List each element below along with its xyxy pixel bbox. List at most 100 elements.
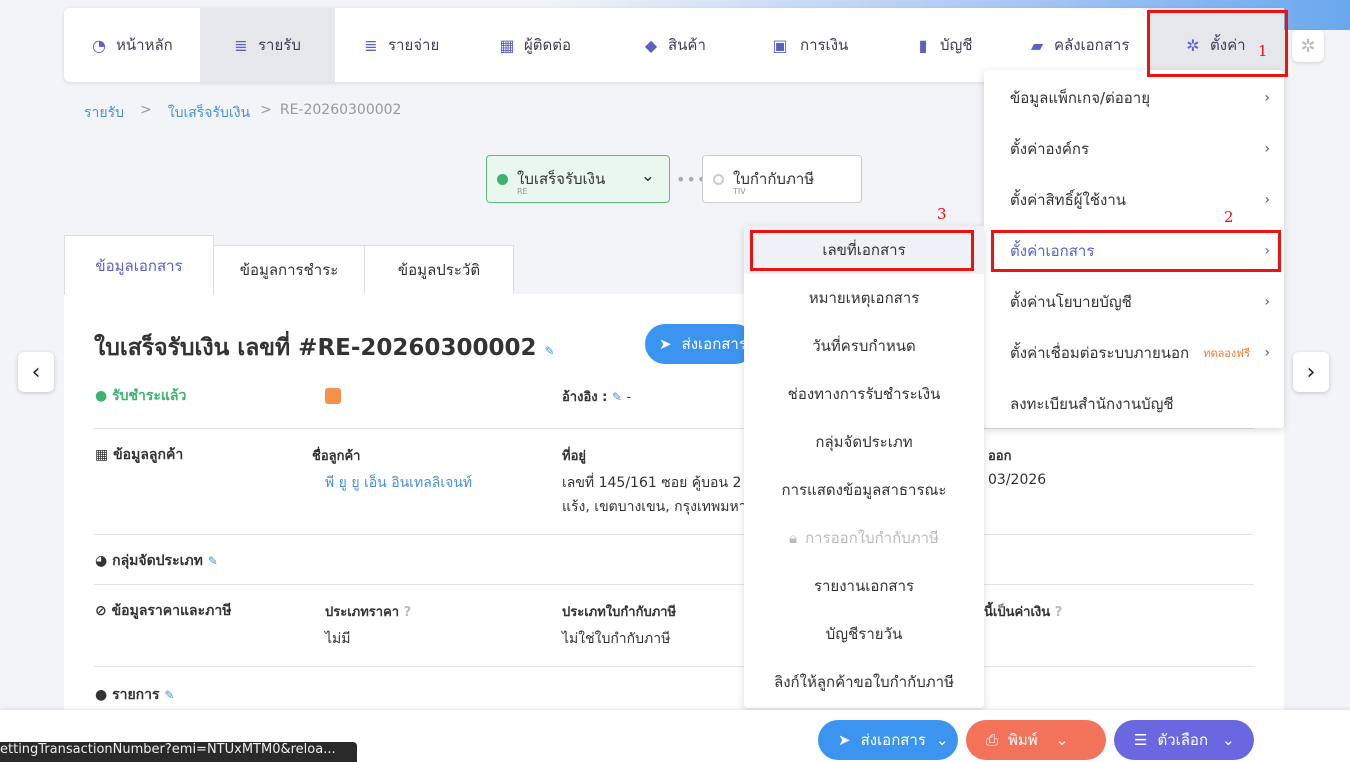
price-tax-section-heading: ⊘ ข้อมูลราคาและภาษี <box>95 600 231 622</box>
locked-document-icon <box>325 388 341 404</box>
button-label: ส่งเอกสาร <box>860 731 926 749</box>
submenu-item-tax-invoice-issue: 🔒︎ การออกใบกำกับภาษี <box>744 514 984 562</box>
menu-item-package[interactable]: ข้อมูลแพ็กเกจ/ต่ออายุ › <box>984 72 1284 123</box>
customer-section-text: ข้อมูลลูกค้า <box>113 447 184 463</box>
menu-item-organization[interactable]: ตั้งค่าองค์กร › <box>984 123 1284 174</box>
submenu-item-document-remark[interactable]: หมายเหตุเอกสาร <box>744 274 984 322</box>
customer-name-label: ชื่อลูกค้า <box>312 449 361 464</box>
nav-item-finance[interactable]: ▣ การเงิน <box>768 8 848 82</box>
menu-item-label: ลงทะเบียนสำนักงานบัญชี <box>1010 394 1174 413</box>
annotation-number-1: 1 <box>1258 42 1268 60</box>
nav-item-products[interactable]: ◆ สินค้า <box>642 8 706 82</box>
chevron-down-icon: ⌄ <box>935 731 949 749</box>
browser-status-url: ettingTransactionNumber?emi=NTUxMTM0&rel… <box>0 742 357 762</box>
price-type-label: ประเภทราคา ? <box>325 601 411 622</box>
submenu-item-due-date[interactable]: วันที่ครบกำหนด <box>744 322 984 370</box>
send-document-button[interactable]: ➤ ส่งเอกสาร <box>645 324 755 364</box>
document-title: ใบเสร็จรับเงิน เลขที่ #RE-20260300002 ✎ <box>94 330 555 366</box>
book-icon: ▮ <box>918 35 928 55</box>
nav-label: สินค้า <box>668 36 706 54</box>
edit-pencil-icon[interactable]: ✎ <box>164 688 174 702</box>
menu-item-label: ตั้งค่าเชื่อมต่อระบบภายนอก <box>1010 343 1190 362</box>
submenu-item-document-report[interactable]: รายงานเอกสาร <box>744 562 984 610</box>
box-icon: ◆ <box>644 35 658 55</box>
customer-name-link[interactable]: พี ยู ยู เอ็น อินเทลลิเจนท์ <box>325 472 472 494</box>
quick-settings-button[interactable]: ✲ <box>1292 30 1324 62</box>
price-tax-section-text: ข้อมูลราคาและภาษี <box>111 603 232 619</box>
previous-document-button[interactable]: ‹ <box>18 352 54 392</box>
price-type-value: ไม่มี <box>325 631 351 647</box>
edit-pencil-icon[interactable]: ✎ <box>612 390 622 404</box>
reference-label: อ้างอิง : ✎ - <box>562 386 631 407</box>
customer-section-heading: ▦ ข้อมูลลูกค้า <box>95 444 183 466</box>
nav-label: การเงิน <box>800 36 849 54</box>
breadcrumb-separator: > <box>140 102 152 118</box>
currency-label-text: นี้เป็นค่าเงิน <box>984 605 1051 620</box>
button-label: ตัวเลือก <box>1157 731 1209 749</box>
help-icon[interactable]: ? <box>1055 605 1063 620</box>
submenu-item-label: การออกใบกำกับภาษี <box>805 529 939 547</box>
list-icon: ☰ <box>1134 731 1148 749</box>
tab-payment-info[interactable]: ข้อมูลการชำระ <box>213 245 365 295</box>
print-button[interactable]: ⎙ พิมพ์ ⌄ <box>966 720 1106 760</box>
submenu-item-journal[interactable]: บัญชีรายวัน <box>744 610 984 658</box>
annotation-number-3: 3 <box>937 205 947 223</box>
chevron-down-icon: ⌄ <box>1055 731 1069 749</box>
edit-pencil-icon[interactable]: ✎ <box>544 344 554 358</box>
status-text: รับชำระแล้ว <box>112 388 187 404</box>
breadcrumb-separator: > <box>260 102 272 118</box>
nav-item-income[interactable]: ≣ รายรับ <box>200 8 335 82</box>
breadcrumb-current: RE-20260300002 <box>279 102 402 118</box>
tax-invoice-type-value: ไม่ใช่ใบกำกับภาษี <box>562 631 671 647</box>
breadcrumb-income[interactable]: รายรับ <box>84 102 124 124</box>
menu-item-integrations[interactable]: ตั้งค่าเชื่อมต่อระบบภายนอก ทดลองฟรี › <box>984 327 1284 378</box>
send-document-dropdown-button[interactable]: ➤ ส่งเอกสาร ⌄ <box>818 720 958 760</box>
menu-item-register-office[interactable]: ลงทะเบียนสำนักงานบัญชี <box>984 378 1284 429</box>
nav-label: รายรับ <box>258 36 301 54</box>
nav-item-dashboard[interactable]: ◔ หน้าหลัก <box>90 8 173 82</box>
flow-step-code: RE <box>517 187 528 196</box>
nav-item-accounting[interactable]: ▮ บัญชี <box>914 8 973 82</box>
reference-value: - <box>626 390 632 405</box>
tab-document-info[interactable]: ข้อมูลเอกสาร <box>64 235 214 295</box>
menu-item-label: ตั้งค่าองค์กร <box>1010 139 1090 158</box>
category-section-text: กลุ่มจัดประเภท <box>112 553 203 569</box>
chevron-right-icon: › <box>1264 191 1270 208</box>
chevron-left-icon: ‹ <box>31 359 41 385</box>
items-section-text: รายการ <box>112 687 160 703</box>
flow-step-tax-invoice[interactable]: ใบกำกับภาษี TIV <box>702 155 862 203</box>
menu-item-accounting-policy[interactable]: ตั้งค่านโยบายบัญชี › <box>984 276 1284 327</box>
lock-icon: 🔒︎ <box>789 529 798 547</box>
annotation-number-2: 2 <box>1224 208 1234 226</box>
tab-history-info[interactable]: ข้อมูลประวัติ <box>364 245 514 295</box>
nav-label: รายจ่าย <box>388 36 440 54</box>
breadcrumb: รายรับ > ใบเสร็จรับเงิน > RE-20260300002 <box>84 102 401 124</box>
paper-plane-icon: ➤ <box>659 335 672 353</box>
submenu-item-customer-tax-link[interactable]: ลิงก์ให้ลูกค้าขอใบกำกับภาษี <box>744 658 984 706</box>
submenu-item-category[interactable]: กลุ่มจัดประเภท <box>744 418 984 466</box>
flow-step-code: TIV <box>733 187 746 196</box>
options-button[interactable]: ☰ ตัวเลือก ⌄ <box>1114 720 1254 760</box>
chevron-down-icon: ⌄ <box>1222 731 1235 749</box>
submenu-item-payment-channel[interactable]: ช่องทางการรับชำระเงิน <box>744 370 984 418</box>
help-icon[interactable]: ? <box>404 605 412 620</box>
submenu-item-public-display[interactable]: การแสดงข้อมูลสาธารณะ <box>744 466 984 514</box>
annotation-box-3 <box>750 230 974 271</box>
nav-item-expense[interactable]: ≣ รายจ่าย <box>362 8 439 82</box>
menu-item-permissions[interactable]: ตั้งค่าสิทธิ์ผู้ใช้งาน › <box>984 174 1284 225</box>
paper-plane-icon: ➤ <box>838 731 851 749</box>
divider <box>94 534 1254 535</box>
chevron-down-icon: ⌄ <box>640 166 655 186</box>
next-document-button[interactable]: › <box>1293 352 1329 392</box>
chevron-right-icon: › <box>1264 293 1270 310</box>
edit-pencil-icon[interactable]: ✎ <box>208 554 218 568</box>
category-section-heading: ◕ กลุ่มจัดประเภท ✎ <box>95 550 218 572</box>
breadcrumb-receipt[interactable]: ใบเสร็จรับเงิน <box>168 102 250 124</box>
percent-icon: ⊘ <box>95 603 107 619</box>
flow-step-receipt[interactable]: ใบเสร็จรับเงิน RE ⌄ <box>486 155 670 203</box>
free-trial-badge: ทดลองฟรี <box>1203 346 1250 360</box>
dashboard-icon: ◔ <box>92 35 106 55</box>
chevron-right-icon: › <box>1264 140 1270 157</box>
folder-icon: ▰ <box>1030 35 1044 55</box>
nav-item-contacts[interactable]: ▦ ผู้ติดต่อ <box>498 8 571 82</box>
